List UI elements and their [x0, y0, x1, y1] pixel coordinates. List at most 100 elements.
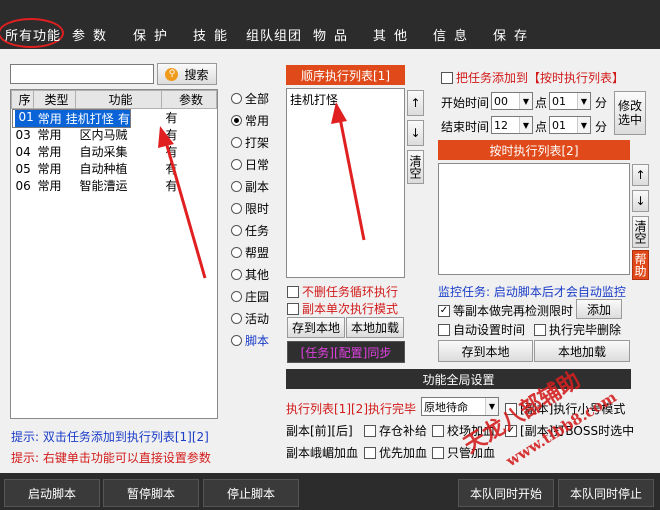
checkbox-wait-dungeon[interactable]: ✓ 等副本做完再检测限时: [438, 302, 573, 319]
cell-func: 区内马贼: [79, 128, 128, 142]
seq-clear-button[interactable]: 清空: [407, 150, 424, 184]
tab-team[interactable]: 组队组团: [246, 25, 302, 44]
top-tab-bar: 所有功能 参数 保护 技能 组队组团 物品 其他 信息 保存: [0, 0, 660, 49]
timed-load-button[interactable]: 本地加载: [534, 340, 630, 362]
checkbox-single-dungeon[interactable]: 副本单次执行模式: [287, 300, 398, 317]
team-start-button[interactable]: 本队同时开始: [458, 479, 554, 507]
cell-param: 有: [165, 162, 178, 176]
radio-daily[interactable]: 日常: [231, 156, 269, 173]
hint-line-1: 提示: 双击任务添加到执行列表[1][2]: [11, 430, 209, 444]
tab-skills[interactable]: 技能: [193, 25, 235, 44]
search-input[interactable]: [10, 64, 154, 84]
table-row[interactable]: 04 常用 自动采集 有: [12, 143, 217, 160]
hint-line-2: 提示: 右键单击功能可以直接设置参数: [11, 451, 211, 465]
tab-all-functions[interactable]: 所有功能: [5, 25, 61, 44]
cell-type: 常用: [37, 162, 62, 176]
minute-label: 分: [595, 96, 608, 110]
hour-label: 点: [535, 120, 548, 134]
seq-down-button[interactable]: ↓: [407, 120, 424, 146]
radio-guild[interactable]: 帮盟: [231, 244, 269, 261]
tab-items[interactable]: 物品: [313, 25, 355, 44]
table-row[interactable]: 05 常用 自动种植 有: [12, 160, 217, 177]
table-row[interactable]: 06 常用 智能漕运 有: [12, 177, 217, 194]
list-done-label: 执行列表[1][2]执行完毕: [286, 402, 416, 416]
radio-script[interactable]: 脚本: [231, 332, 269, 349]
monitor-text: 监控任务: 启动脚本后才会自动监控: [438, 285, 626, 299]
col-header-param[interactable]: 参数: [161, 90, 217, 109]
table-row[interactable]: 01 常用 挂机打怪 有: [11, 109, 131, 128]
sync-button[interactable]: [任务][配置]同步: [287, 341, 405, 363]
pause-script-button[interactable]: 暂停脚本: [103, 479, 199, 507]
timed-clear-button[interactable]: 清空: [632, 216, 649, 248]
col-header-no[interactable]: 序: [11, 90, 34, 109]
cell-no: 04: [15, 144, 31, 159]
team-stop-button[interactable]: 本队同时停止: [558, 479, 654, 507]
hour-label: 点: [535, 96, 548, 110]
checkbox-storage[interactable]: 存仓补给: [364, 422, 427, 439]
seq-save-button[interactable]: 存到本地: [287, 317, 345, 338]
cell-func: 挂机打怪: [61, 110, 114, 127]
task-table: 序 类型 功能 参数 01 常用 挂机打怪 有 02 常用 天外马贼 有 03 …: [10, 89, 218, 419]
minute-label: 分: [595, 120, 608, 134]
radio-other[interactable]: 其他: [231, 266, 269, 283]
tab-info[interactable]: 信息: [433, 25, 475, 44]
radio-event[interactable]: 活动: [231, 310, 269, 327]
end-hour-select[interactable]: 12 ▼: [491, 116, 533, 134]
monitor-add-button[interactable]: 添加: [576, 299, 622, 319]
seq-list-item[interactable]: 挂机打怪: [287, 89, 404, 110]
search-button-label: 搜索: [184, 67, 209, 82]
start-hour-select[interactable]: 00 ▼: [491, 92, 533, 110]
tab-params[interactable]: 参数: [72, 25, 114, 44]
col-header-type[interactable]: 类型: [33, 90, 76, 109]
cell-func: 自动采集: [79, 145, 128, 159]
cell-param: 有: [165, 179, 178, 193]
radio-all[interactable]: 全部: [231, 90, 269, 107]
search-icon: ⚲: [165, 67, 179, 81]
cell-func: 自动种植: [79, 162, 128, 176]
checkbox-add-to-timed[interactable]: 把任务添加到【按时执行列表】: [441, 69, 624, 86]
checkbox-priority-heal[interactable]: 优先加血: [364, 444, 427, 461]
search-button[interactable]: ⚲ 搜索: [157, 63, 217, 85]
cell-param: 有: [165, 111, 178, 125]
end-time-label: 结束时间: [441, 120, 490, 134]
start-time-label: 开始时间: [441, 96, 490, 110]
checkbox-delete-after[interactable]: 执行完毕删除: [534, 321, 621, 338]
end-min-select[interactable]: 01 ▼: [549, 116, 591, 134]
radio-dungeon[interactable]: 副本: [231, 178, 269, 195]
start-script-button[interactable]: 启动脚本: [4, 479, 100, 507]
timed-save-button[interactable]: 存到本地: [438, 340, 533, 362]
modify-selected-button[interactable]: 修改选中: [614, 91, 646, 135]
start-min-select[interactable]: 01 ▼: [549, 92, 591, 110]
stop-script-button[interactable]: 停止脚本: [203, 479, 299, 507]
timed-down-button[interactable]: ↓: [632, 190, 649, 212]
tab-save[interactable]: 保存: [493, 25, 535, 44]
checkbox-auto-time[interactable]: 自动设置时间: [438, 321, 525, 338]
cell-type: 常用: [37, 128, 62, 142]
checkbox-loop[interactable]: 不删任务循环执行: [287, 283, 398, 300]
seq-load-button[interactable]: 本地加载: [346, 317, 404, 338]
timed-up-button[interactable]: ↑: [632, 164, 649, 186]
help-button[interactable]: 帮助: [632, 250, 649, 280]
cell-no: 03: [15, 127, 31, 142]
seq-list-title: 顺序执行列表[1]: [286, 65, 405, 85]
radio-manor[interactable]: 庄园: [231, 288, 269, 305]
radio-fight[interactable]: 打架: [231, 134, 269, 151]
seq-up-button[interactable]: ↑: [407, 90, 424, 116]
radio-common[interactable]: 常用: [231, 112, 269, 129]
radio-quest[interactable]: 任务: [231, 222, 269, 239]
radio-limited[interactable]: 限时: [231, 200, 269, 217]
tab-protect[interactable]: 保护: [133, 25, 175, 44]
dungeon-before-after-label: 副本[前][后]: [286, 424, 353, 438]
cell-no: 06: [15, 178, 31, 193]
cell-no: 01: [14, 110, 34, 127]
cell-no: 05: [15, 161, 31, 176]
cell-param: 有: [165, 145, 178, 159]
table-row[interactable]: 03 常用 区内马贼 有: [12, 126, 217, 143]
tab-other[interactable]: 其他: [373, 25, 415, 44]
timed-list[interactable]: [438, 163, 630, 275]
cell-type: 常用: [37, 145, 62, 159]
cell-func: 智能漕运: [79, 179, 128, 193]
seq-list[interactable]: 挂机打怪: [286, 88, 405, 278]
emei-heal-label: 副本峨嵋加血: [286, 446, 359, 460]
col-header-func[interactable]: 功能: [75, 90, 162, 109]
